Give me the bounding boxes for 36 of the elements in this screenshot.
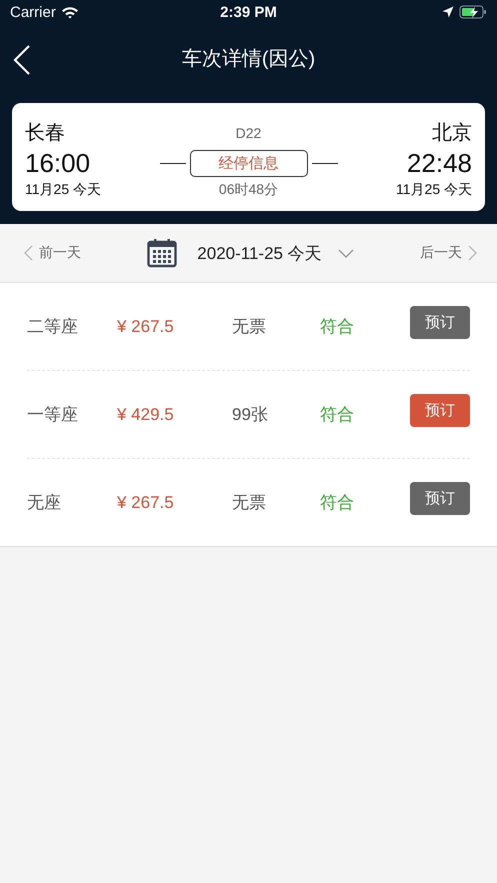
date-selector[interactable]: 2020-11-25 今天 xyxy=(197,242,354,264)
seat-price: ¥ 267.5 xyxy=(117,492,175,512)
station-name: 北京 xyxy=(431,121,472,146)
seat-price: ¥ 267.5 xyxy=(117,316,175,336)
chevron-right-icon xyxy=(468,245,478,261)
arrival-date: 11月25 今天 xyxy=(395,181,472,199)
page-title: 车次详情(因公) xyxy=(182,46,316,72)
carrier-name: Carrier xyxy=(10,4,56,20)
seat-class: 一等座 xyxy=(27,404,79,426)
location-arrow-icon xyxy=(442,6,454,18)
battery-icon xyxy=(458,5,487,19)
departure-time: 16:00 xyxy=(25,148,92,179)
departure-date: 11月25 今天 xyxy=(25,181,102,199)
ticket-count: 无票 xyxy=(232,316,267,338)
ticket-count: 无票 xyxy=(232,492,267,514)
policy-status: 符合 xyxy=(320,492,355,514)
previous-day-button[interactable]: 前一天 xyxy=(24,244,81,262)
seat-class: 二等座 xyxy=(27,316,79,338)
book-button[interactable]: 预订 xyxy=(410,394,470,427)
next-day-button[interactable]: 后一天 xyxy=(420,244,478,262)
back-icon xyxy=(12,44,32,76)
policy-status: 符合 xyxy=(320,316,355,338)
trip-duration: 06时48分 xyxy=(218,181,280,199)
chevron-left-icon xyxy=(24,245,33,261)
calendar-icon[interactable] xyxy=(147,238,178,268)
seat-class: 无座 xyxy=(27,492,62,514)
train-number: D22 xyxy=(234,124,262,140)
clock-time: 2:39 PM xyxy=(220,4,277,20)
policy-status: 符合 xyxy=(320,404,355,426)
station-name: 长春 xyxy=(25,121,66,146)
ticket-count: 99张 xyxy=(232,404,269,426)
wifi-icon xyxy=(60,6,79,18)
chevron-down-icon xyxy=(338,248,354,258)
arrival-time: 22:48 xyxy=(406,148,472,179)
seat-price: ¥ 429.5 xyxy=(117,404,175,424)
stops-button[interactable]: 经停信息 xyxy=(190,150,308,177)
